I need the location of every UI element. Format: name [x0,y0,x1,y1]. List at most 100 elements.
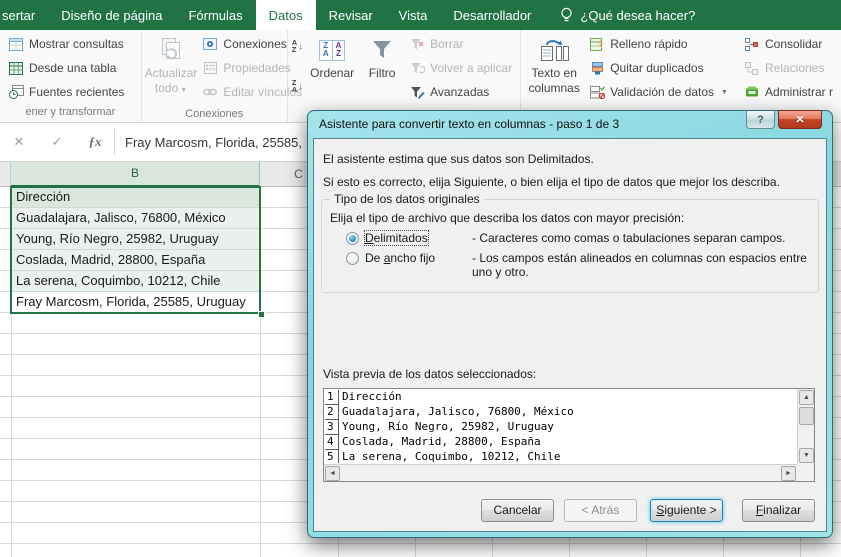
reapply-filter-label: Volver a aplicar [430,61,512,75]
column-header-a-sliver[interactable] [0,162,11,186]
relationships-icon [744,60,760,76]
consolidate-button[interactable]: Consolidar [741,33,836,55]
tab-formulas[interactable]: Fórmulas [175,0,255,30]
scrollbar-corner [797,464,814,481]
dialog-close-button[interactable]: ✕ [778,110,822,129]
delimited-radio[interactable] [346,232,359,245]
fixed-width-radio-label[interactable]: De ancho fijo [365,251,435,265]
cancel-button[interactable]: Cancelar [481,499,554,522]
ribbon-group-data-tools: Texto en columnas Relleno rápido [521,30,841,122]
tell-me-label: ¿Qué desea hacer? [580,8,695,23]
vertical-scroll-thumb[interactable] [799,407,814,425]
properties-icon [202,60,218,76]
filter-label: Filtro [369,67,396,80]
tab-vista[interactable]: Vista [386,0,441,30]
manage-data-model-label: Administrar r [765,85,833,99]
delimited-radio-label[interactable]: Delimitados [365,231,428,245]
ribbon-group-sort-filter: AZ ↓ ZA ↓ ZA AZ Ordenar [288,30,521,122]
fixed-width-description: - Los campos están alineados en columnas… [472,251,810,279]
text-to-columns-button[interactable]: Texto en columnas [524,31,584,107]
advanced-filter-button[interactable]: Avanzadas [406,81,515,103]
preview-row-2: 2Guadalajara, Jalisco, 76800, México [325,405,796,420]
preview-vertical-scrollbar[interactable]: ▲ ▼ [797,389,814,464]
ribbon-group-connections: Actualizar todo▼ Conexiones Propi [142,30,288,122]
recent-sources-icon [8,84,24,100]
from-table-icon [8,60,24,76]
advanced-filter-icon [409,84,425,100]
data-validation-icon [589,84,605,100]
sort-asc-arrow-icon: ↓ [298,41,303,52]
recent-sources-label: Fuentes recientes [29,85,124,99]
remove-duplicates-icon [589,60,605,76]
tab-datos[interactable]: Datos [256,0,316,30]
fill-handle[interactable] [258,311,265,318]
column-header-b[interactable]: B [11,162,260,187]
recent-sources-button[interactable]: Fuentes recientes [5,81,127,103]
preview-horizontal-scrollbar[interactable]: ◄ ► [324,464,797,481]
fixed-width-radio[interactable] [346,252,359,265]
insert-function-icon[interactable]: ƒx [76,134,114,150]
flash-fill-button[interactable]: Relleno rápido [586,33,731,55]
sort-descending-button[interactable]: ZA ↓ [292,75,303,97]
next-button[interactable]: Siguiente > [650,499,723,522]
remove-duplicates-button[interactable]: Quitar duplicados [586,57,731,79]
cell-b2[interactable]: Guadalajara, Jalisco, 76800, México [11,208,260,229]
refresh-all-label-line2: todo [155,81,178,95]
show-queries-icon [8,36,24,52]
scroll-right-icon[interactable]: ► [781,466,796,481]
refresh-all-button[interactable]: Actualizar todo▼ [145,31,198,107]
reapply-filter-button[interactable]: Volver a aplicar [406,57,515,79]
sort-button[interactable]: ZA AZ Ordenar [304,31,360,107]
remove-duplicates-label: Quitar duplicados [610,61,703,75]
consolidate-label: Consolidar [765,37,822,51]
filter-icon [371,35,393,65]
cell-b3[interactable]: Young, Río Negro, 25982, Uruguay [11,229,260,250]
formula-bar-value[interactable]: Fray Marcosm, Florida, 25585, [125,135,302,150]
excel-window: sertar Diseño de página Fórmulas Datos R… [0,0,841,557]
tell-me-box[interactable]: ¿Qué desea hacer? [550,0,705,30]
filter-button[interactable]: Filtro [360,31,404,107]
tab-revisar[interactable]: Revisar [316,0,386,30]
delimited-description: - Caracteres como comas o tabulaciones s… [472,231,810,245]
cell-b4[interactable]: Coslada, Madrid, 28800, España [11,250,260,271]
manage-data-model-button[interactable]: Administrar r [741,81,836,103]
consolidate-icon [744,36,760,52]
sort-label: Ordenar [310,67,354,80]
from-table-button[interactable]: Desde una tabla [5,57,127,79]
manage-data-model-icon [744,84,760,100]
finish-button[interactable]: Finalizar [742,499,815,522]
dialog-body: El asistente estima que sus datos son De… [313,138,827,532]
back-button[interactable]: < Atrás [564,499,637,522]
show-queries-button[interactable]: Mostrar consultas [5,33,127,55]
scroll-left-icon[interactable]: ◄ [325,466,340,481]
tab-desarrollador[interactable]: Desarrollador [440,0,544,30]
ribbon-group-get-transform: Mostrar consultas Desde una tabla Fuente… [0,30,142,122]
choose-file-type-label: Elija el tipo de archivo que describa lo… [330,211,810,225]
tab-insertar[interactable]: sertar [0,0,48,30]
clear-filter-icon [409,36,425,52]
from-table-label: Desde una tabla [29,61,116,75]
lightbulb-icon [560,7,573,23]
cell-b5[interactable]: La serena, Coquimbo, 10212, Chile [11,271,260,292]
connections-label: Conexiones [223,37,286,51]
delimited-option-row: Delimitados - Caracteres como comas o ta… [330,231,810,245]
sort-ascending-button[interactable]: AZ ↓ [292,35,303,57]
ribbon-tab-bar: sertar Diseño de página Fórmulas Datos R… [0,0,841,30]
tab-diseno-de-pagina[interactable]: Diseño de página [48,0,175,30]
cancel-entry-icon[interactable]: ✕ [0,134,38,150]
dialog-help-button[interactable]: ? [746,110,775,129]
cell-b6-active[interactable]: Fray Marcosm, Florida, 25585, Uruguay [11,292,260,313]
text-to-columns-label-line1: Texto en [532,67,577,80]
preview-row-4: 4Coslada, Madrid, 28800, España [325,435,796,450]
gridline-col-b-c [260,187,261,557]
scroll-up-icon[interactable]: ▲ [799,390,814,405]
confirm-entry-icon[interactable]: ✓ [38,134,76,150]
clear-filter-button[interactable]: Borrar [406,33,515,55]
cell-b1[interactable]: Dirección [11,187,260,208]
advanced-filter-label: Avanzadas [430,85,489,99]
scroll-down-icon[interactable]: ▼ [799,448,814,463]
preview-row-3: 3Young, Río Negro, 25982, Uruguay [325,420,796,435]
refresh-all-label-line1: Actualizar [145,67,198,80]
data-validation-button[interactable]: Validación de datos ▼ [586,81,731,103]
relationships-button[interactable]: Relaciones [741,57,836,79]
